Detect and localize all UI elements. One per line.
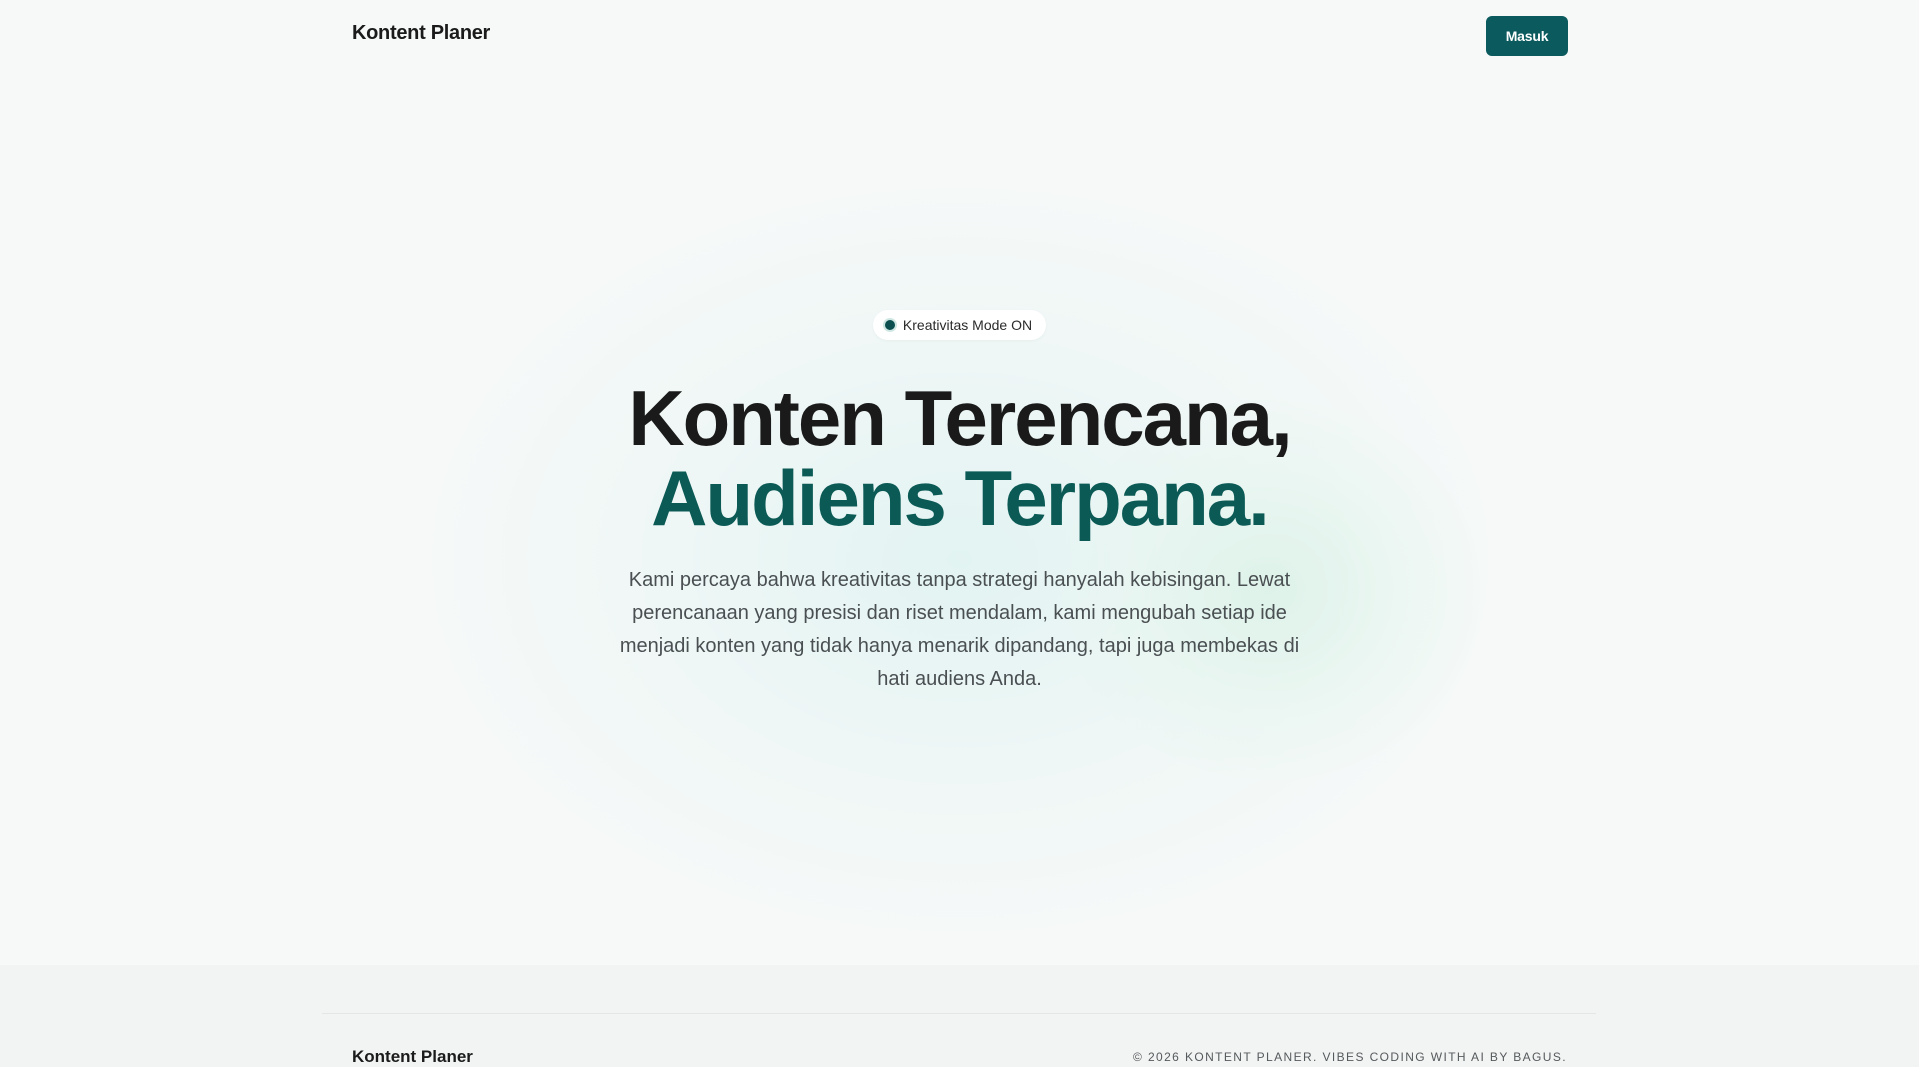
login-button[interactable]: Masuk	[1486, 16, 1568, 56]
footer-copyright: © 2026 KONTENT PLANER. VIBES CODING WITH…	[1132, 1050, 1567, 1064]
hero-title-line-1: Konten Terencana,	[628, 374, 1292, 462]
landing-page: Kontent Planer Masuk Kreativitas Mode ON…	[0, 0, 1919, 1067]
hero-section: Kreativitas Mode ON Konten Terencana, Au…	[0, 310, 1919, 696]
top-navbar: Kontent Planer Masuk	[0, 0, 1919, 72]
footer-brand: Kontent Planer	[352, 1047, 473, 1066]
hero-title: Konten Terencana, Audiens Terpana.	[0, 378, 1919, 538]
footer-divider	[322, 1013, 1596, 1014]
hero-title-line-2: Audiens Terpana.	[651, 454, 1270, 542]
brand-logo-link[interactable]: Kontent Planer	[352, 22, 490, 45]
page-footer: Kontent Planer © 2026 KONTENT PLANER. VI…	[0, 965, 1919, 1067]
hero-description: Kami percaya bahwa kreativitas tanpa str…	[619, 569, 1300, 690]
status-badge: Kreativitas Mode ON	[872, 310, 1047, 340]
status-badge-label: Kreativitas Mode ON	[902, 317, 1033, 333]
status-dot-icon	[884, 320, 895, 330]
